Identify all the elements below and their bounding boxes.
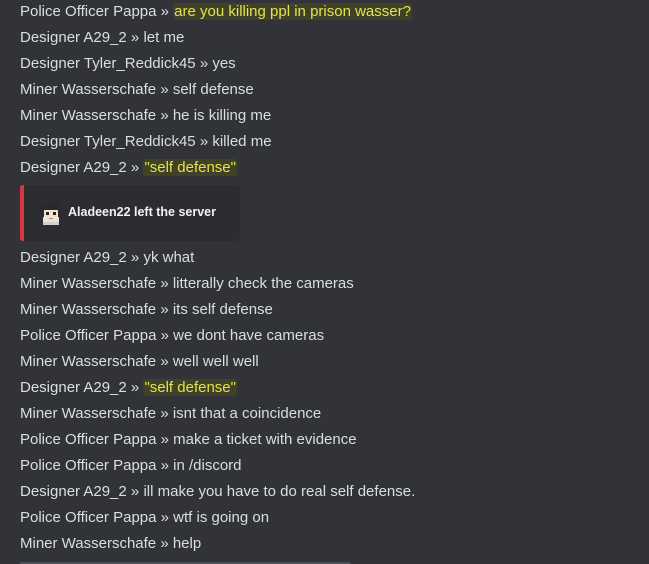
message-text: yk what <box>143 249 195 266</box>
message-separator: » <box>130 159 140 176</box>
message-sender: Police Officer Pappa <box>20 327 157 344</box>
message-sender: Designer A29_2 <box>20 379 127 396</box>
chat-message[interactable]: Miner Wasserschafe » self defense <box>20 79 254 101</box>
chat-message[interactable]: Police Officer Pappa » in /discord <box>20 455 242 477</box>
message-sender: Police Officer Pappa <box>20 457 157 474</box>
chat-message[interactable]: Police Officer Pappa » are you killing p… <box>20 1 412 23</box>
chat-message[interactable]: Police Officer Pappa » make a ticket wit… <box>20 429 357 451</box>
message-text: he is killing me <box>172 107 272 124</box>
chat-log: Police Officer Pappa » are you killing p… <box>0 0 649 564</box>
chat-message[interactable]: Police Officer Pappa » we dont have came… <box>20 325 324 347</box>
message-sender: Police Officer Pappa <box>20 431 157 448</box>
chat-message[interactable]: Designer A29_2 » ill make you have to do… <box>20 481 415 503</box>
message-sender: Miner Wasserschafe <box>20 107 157 124</box>
message-text: litterally check the cameras <box>172 275 354 292</box>
message-sender: Designer A29_2 <box>20 159 127 176</box>
player-head-icon <box>41 202 61 225</box>
message-separator: » <box>160 353 169 370</box>
message-text: self defense <box>172 81 254 98</box>
message-text: are you killing ppl in prison wasser? <box>173 3 412 20</box>
message-separator: » <box>160 81 169 98</box>
message-text: yes <box>212 55 236 72</box>
message-separator: » <box>160 107 169 124</box>
chat-message[interactable]: Miner Wasserschafe » help <box>20 533 201 555</box>
message-sender: Miner Wasserschafe <box>20 301 157 318</box>
message-sender: Police Officer Pappa <box>20 3 157 20</box>
message-sender: Designer A29_2 <box>20 29 127 46</box>
message-separator: » <box>130 379 140 396</box>
chat-message[interactable]: Police Officer Pappa » wtf is going on <box>20 507 269 529</box>
message-separator: » <box>160 509 169 526</box>
chat-message[interactable]: Designer A29_2 » let me <box>20 27 184 49</box>
message-text: "self defense" <box>143 159 237 176</box>
message-separator: » <box>160 301 169 318</box>
chat-message[interactable]: Miner Wasserschafe » litterally check th… <box>20 273 354 295</box>
message-separator: » <box>160 535 169 552</box>
message-separator: » <box>160 3 169 20</box>
chat-message[interactable]: Designer Tyler_Reddick45 » yes <box>20 53 236 75</box>
message-separator: » <box>160 327 169 344</box>
chat-message[interactable]: Designer A29_2 » "self defense" <box>20 157 237 179</box>
message-sender: Miner Wasserschafe <box>20 275 157 292</box>
message-sender: Miner Wasserschafe <box>20 353 157 370</box>
message-separator: » <box>160 457 169 474</box>
message-text: well well well <box>172 353 259 370</box>
message-separator: » <box>199 133 209 150</box>
message-text: ill make you have to do real self defens… <box>143 483 416 500</box>
message-separator: » <box>130 483 140 500</box>
message-sender: Miner Wasserschafe <box>20 81 157 98</box>
message-text: we dont have cameras <box>173 327 325 344</box>
message-separator: » <box>160 275 169 292</box>
message-text: "self defense" <box>143 379 237 396</box>
message-text: let me <box>143 29 185 46</box>
message-text: make a ticket with evidence <box>173 431 357 448</box>
message-text: wtf is going on <box>173 509 270 526</box>
message-text: its self defense <box>172 301 273 318</box>
message-sender: Police Officer Pappa <box>20 509 157 526</box>
message-separator: » <box>160 431 169 448</box>
message-sender: Designer A29_2 <box>20 483 127 500</box>
message-separator: » <box>199 55 209 72</box>
message-text: isnt that a coincidence <box>172 405 322 422</box>
message-sender: Designer Tyler_Reddick45 <box>20 55 196 72</box>
message-separator: » <box>130 249 140 266</box>
chat-message[interactable]: Designer A29_2 » yk what <box>20 247 194 269</box>
message-separator: » <box>160 405 169 422</box>
chat-message[interactable]: Designer Tyler_Reddick45 » killed me <box>20 131 272 153</box>
message-separator: » <box>130 29 140 46</box>
message-sender: Miner Wasserschafe <box>20 405 157 422</box>
leave-notification-embed: Aladeen22 left the server <box>20 185 240 241</box>
message-text: killed me <box>212 133 272 150</box>
message-sender: Designer A29_2 <box>20 249 127 266</box>
chat-message[interactable]: Miner Wasserschafe » well well well <box>20 351 259 373</box>
chat-message[interactable]: Miner Wasserschafe » he is killing me <box>20 105 271 127</box>
embed-text: Aladeen22 left the server <box>68 205 216 219</box>
message-text: help <box>172 535 202 552</box>
message-sender: Designer Tyler_Reddick45 <box>20 133 196 150</box>
message-text: in /discord <box>173 457 242 474</box>
message-sender: Miner Wasserschafe <box>20 535 157 552</box>
chat-message[interactable]: Miner Wasserschafe » isnt that a coincid… <box>20 403 321 425</box>
chat-message[interactable]: Miner Wasserschafe » its self defense <box>20 299 273 321</box>
chat-message[interactable]: Designer A29_2 » "self defense" <box>20 377 237 399</box>
